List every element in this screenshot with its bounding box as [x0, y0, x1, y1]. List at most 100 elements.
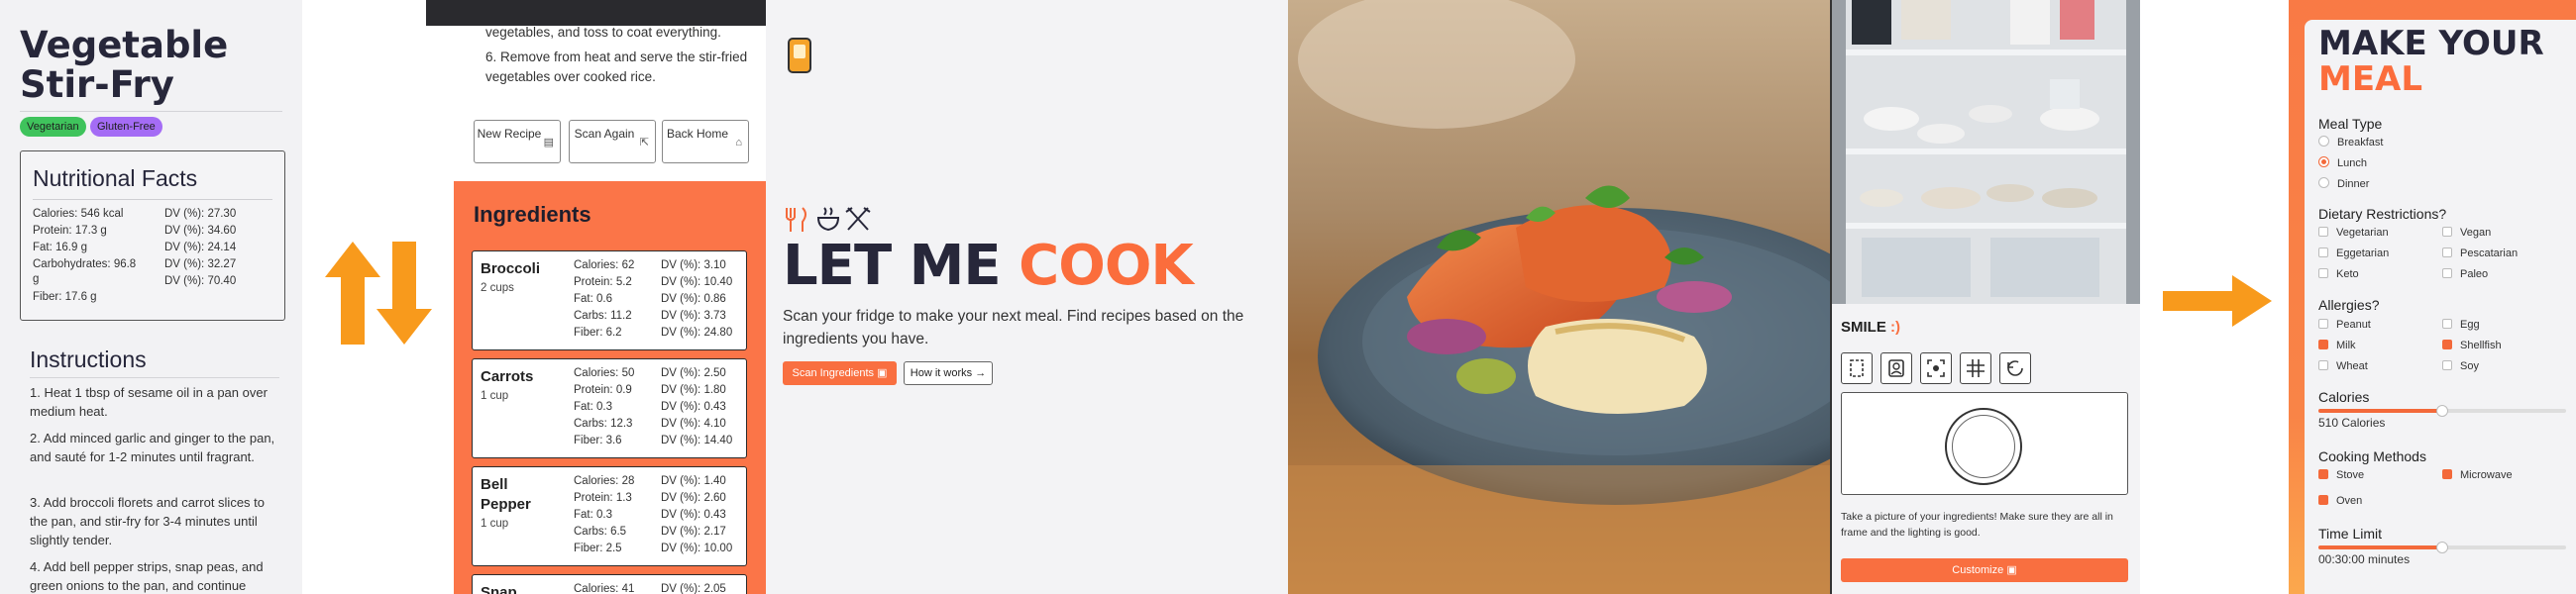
cooking-stove[interactable]: Stove [2318, 469, 2364, 481]
expand-icon: ⇱ [639, 137, 649, 148]
meal-type-lunch[interactable]: Lunch [2318, 156, 2367, 169]
checkbox [2442, 319, 2452, 329]
nutrient-value: Protein: 0.9 [574, 384, 632, 396]
shutter-button[interactable] [1945, 408, 2022, 485]
ingredient-nutrients: Calories: 50 Protein: 0.9 Fat: 0.3 Carbs: 1… [574, 365, 634, 449]
ingredient-amount: 1 cup [481, 390, 509, 402]
camera-title-smiley: :) [1890, 319, 1901, 336]
option-label: Microwave [2460, 469, 2513, 481]
back-home-button[interactable]: Back Home ⌂ [662, 120, 749, 163]
focus-icon [1927, 359, 1945, 377]
instructions-title: Instructions [30, 346, 147, 372]
option-label: Oven [2336, 495, 2363, 507]
option-label: Vegetarian [2336, 227, 2389, 239]
food-photo [1288, 0, 1830, 594]
option-label: Eggetarian [2336, 248, 2390, 259]
how-it-works-label: How it works [910, 367, 973, 379]
time-limit-slider[interactable] [2318, 542, 2566, 553]
camera-title-text: SMILE [1841, 319, 1886, 336]
nutrition-fat: Fat: 16.9 g [33, 242, 87, 253]
focus-tool-button[interactable] [1920, 352, 1952, 384]
grid-tool-button[interactable] [1960, 352, 1991, 384]
option-label: Pescatarian [2460, 248, 2519, 259]
nutrient-value: Fat: 0.3 [574, 509, 612, 521]
cooking-methods-label: Cooking Methods [2318, 448, 2426, 464]
allergy-peanut[interactable]: Peanut [2318, 319, 2371, 331]
dietary-vegetarian[interactable]: Vegetarian [2318, 227, 2389, 239]
option-label: Shellfish [2460, 340, 2502, 351]
tag-vegetarian: Vegetarian [20, 117, 86, 137]
meal-form-title-dark: MAKE YOUR [2318, 24, 2544, 63]
dietary-pescatarian[interactable]: Pescatarian [2442, 248, 2518, 259]
ingredient-card-snap[interactable]: Snap Calories: 41 DV (%): 2.05 [472, 574, 747, 594]
time-limit-slider-fill [2318, 545, 2442, 549]
dietary-eggetarian[interactable]: Eggetarian [2318, 248, 2389, 259]
fridge-contents-photo [1832, 0, 2140, 304]
cooking-oven[interactable]: Oven [2318, 495, 2362, 507]
time-limit-slider-handle[interactable] [2436, 542, 2448, 553]
meal-form-title: MAKE YOUR MEAL [2318, 26, 2544, 97]
dv-value: DV (%): 3.10 [661, 259, 726, 271]
nutrient-value: Calories: 62 [574, 259, 635, 271]
shutter-inner-ring [1952, 415, 2015, 478]
phone-icon [788, 38, 811, 73]
ingredient-dv: DV (%): 2.05 [661, 581, 726, 594]
time-limit-label: Time Limit [2318, 526, 2383, 542]
dv-value: DV (%): 14.40 [661, 435, 733, 446]
cooking-microwave[interactable]: Microwave [2442, 469, 2513, 481]
tag-gluten-free: Gluten-Free [90, 117, 162, 137]
calories-slider[interactable] [2318, 405, 2566, 417]
scan-again-button[interactable]: Scan Again ⇱ [569, 120, 656, 163]
hero-subtitle: Scan your fridge to make your next meal.… [783, 308, 1244, 347]
hero-title-dark: LET ME [783, 234, 1002, 298]
dietary-keto[interactable]: Keto [2318, 268, 2359, 280]
dv-value: DV (%): 24.80 [661, 327, 733, 339]
customize-button[interactable]: Customize ▣ [1841, 558, 2128, 582]
allergy-egg[interactable]: Egg [2442, 319, 2480, 331]
reset-tool-button[interactable] [1999, 352, 2031, 384]
dv-value: DV (%): 2.60 [661, 492, 726, 504]
crop-tool-button[interactable] [1841, 352, 1873, 384]
nutrient-value: Calories: 28 [574, 475, 635, 487]
crossed-utensils-icon [845, 207, 871, 231]
allergy-milk[interactable]: Milk [2318, 340, 2356, 351]
nutrition-fiber: Fiber: 17.6 g [33, 291, 97, 303]
checkbox [2318, 319, 2328, 329]
allergy-soy[interactable]: Soy [2442, 360, 2479, 372]
dietary-paleo[interactable]: Paleo [2442, 268, 2488, 280]
nutrition-dv-carbs: DV (%): 32.27 [164, 258, 237, 270]
crop-icon [1850, 359, 1864, 377]
ingredient-card-carrots[interactable]: Carrots 1 cup Calories: 50 Protein: 0.9 Fa… [472, 358, 747, 458]
customize-label: Customize [1952, 564, 2004, 576]
dv-value: DV (%): 10.40 [661, 276, 733, 288]
dv-value: DV (%): 3.73 [661, 310, 726, 322]
dietary-vegan[interactable]: Vegan [2442, 227, 2491, 239]
fork-knife-icon [786, 207, 806, 232]
checkbox [2442, 360, 2452, 370]
scan-ingredients-button[interactable]: Scan Ingredients ▣ [783, 361, 897, 385]
new-recipe-button[interactable]: New Recipe ▤ [474, 120, 561, 163]
nutrient-value: Fiber: 3.6 [574, 435, 622, 446]
ingredient-card-broccoli[interactable]: Broccoli 2 cups Calories: 62 Protein: 5.2… [472, 250, 747, 350]
showcase-collage: Vegetable Stir-Fry Vegetarian Gluten-Fre… [0, 0, 2576, 594]
portrait-tool-button[interactable] [1880, 352, 1912, 384]
how-it-works-button[interactable]: How it works → [904, 361, 993, 385]
ingredient-dv: DV (%): 2.50 DV (%): 1.80 DV (%): 0.43 DV (… [661, 365, 732, 449]
ingredient-name: Broccoli [481, 260, 541, 277]
calories-slider-handle[interactable] [2436, 405, 2448, 417]
nutrition-dv-protein: DV (%): 34.60 [164, 225, 237, 237]
meal-type-breakfast[interactable]: Breakfast [2318, 136, 2383, 148]
meal-form-title-accent: MEAL [2318, 59, 2423, 99]
checkbox-checked [2318, 340, 2328, 349]
option-label: Breakfast [2337, 137, 2384, 148]
nutrient-value: Calories: 41 [574, 583, 635, 594]
nutrition-divider [33, 199, 272, 200]
calories-label: Calories [2318, 389, 2370, 405]
allergy-shellfish[interactable]: Shellfish [2442, 340, 2502, 351]
radio-button-selected [2318, 156, 2329, 167]
ingredient-card-bell-pepper[interactable]: Bell Pepper 1 cup Calories: 28 Protein: 1… [472, 466, 747, 566]
dv-value: DV (%): 2.17 [661, 526, 726, 538]
meal-type-dinner[interactable]: Dinner [2318, 177, 2369, 190]
allergy-wheat[interactable]: Wheat [2318, 360, 2368, 372]
calories-value: 510 Calories [2318, 416, 2386, 430]
